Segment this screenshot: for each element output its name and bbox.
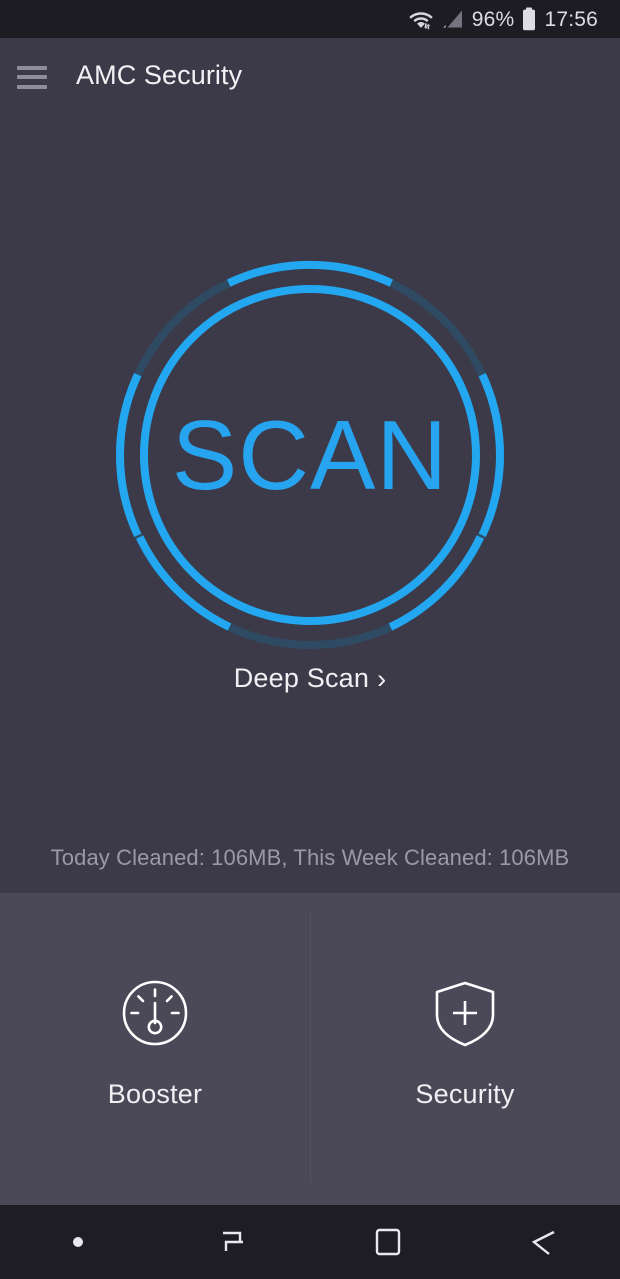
home-square-icon: [375, 1228, 400, 1256]
hamburger-line: [17, 75, 47, 79]
status-bar-icons: 96% 17:56: [408, 7, 598, 31]
chevron-right-icon: ›: [377, 664, 387, 694]
scan-button[interactable]: SCAN: [112, 257, 508, 653]
system-nav-bar: [0, 1205, 620, 1279]
app-bar: AMC Security: [0, 38, 620, 113]
nav-recents-button[interactable]: [155, 1205, 310, 1279]
battery-icon: [523, 7, 536, 31]
hamburger-line: [17, 84, 47, 89]
cleaned-status-text: Today Cleaned: 106MB, This Week Cleaned:…: [50, 845, 570, 870]
deep-scan-label: Deep Scan: [233, 663, 370, 693]
battery-percent-label: 96%: [471, 7, 515, 31]
tile-divider: [310, 912, 311, 1182]
dot-icon: [72, 1237, 83, 1247]
tile-booster-label: Booster: [107, 1078, 203, 1109]
app-title: AMC Security: [76, 60, 243, 90]
shortcut-tile-panel: Booster Security: [0, 893, 620, 1205]
wifi-icon: [409, 12, 433, 30]
shield-plus-icon: [435, 981, 495, 1046]
scan-label: SCAN: [171, 399, 449, 510]
status-bar: 96% 17:56: [0, 0, 620, 38]
nav-indicator-dot: [0, 1205, 155, 1279]
tile-booster[interactable]: Booster: [0, 893, 310, 1205]
clock-label: 17:56: [544, 7, 598, 31]
hamburger-menu-icon[interactable]: [17, 63, 47, 89]
deep-scan-button[interactable]: Deep Scan ›: [0, 663, 620, 695]
back-arrow-icon: [531, 1230, 555, 1255]
recents-icon: [222, 1231, 243, 1251]
tile-security-label: Security: [415, 1078, 515, 1109]
nav-home-button[interactable]: [310, 1205, 465, 1279]
tile-security[interactable]: Security: [310, 893, 620, 1205]
hamburger-line: [17, 65, 47, 70]
nav-back-button[interactable]: [465, 1205, 620, 1279]
phone-screen: 96% 17:56 AMC Security SCAN Deep Scan › …: [0, 0, 620, 1279]
main-content: SCAN Deep Scan › Today Cleaned: 106MB, Th…: [0, 113, 620, 893]
speedometer-icon: [122, 980, 188, 1045]
cellular-signal-icon: [443, 10, 462, 28]
